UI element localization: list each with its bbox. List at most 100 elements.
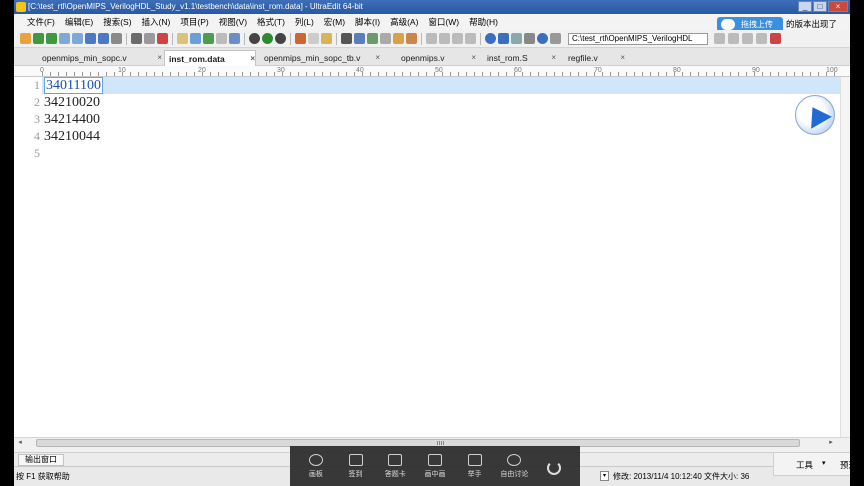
line-numbers-icon[interactable] (229, 33, 240, 44)
cloud-icon[interactable] (714, 33, 725, 44)
copy-icon[interactable] (308, 33, 319, 44)
menu-help[interactable]: 帮助(H) (464, 14, 503, 30)
print-preview-icon[interactable] (144, 33, 155, 44)
menu-edit[interactable]: 编辑(E) (60, 14, 98, 30)
show-spaces-icon[interactable] (216, 33, 227, 44)
tab-regfile[interactable]: regfile.v × (567, 50, 625, 66)
maximize-button[interactable]: □ (813, 1, 827, 12)
dropdown-icon[interactable] (550, 33, 561, 44)
discussion-icon (507, 453, 522, 466)
picture-in-picture-button[interactable]: 画中画 (416, 453, 454, 479)
close-file-icon[interactable] (111, 33, 122, 44)
tools-button[interactable]: 工具 (796, 459, 813, 471)
tab-close-icon[interactable]: × (250, 51, 255, 67)
forward-icon[interactable] (46, 33, 57, 44)
compare-icon[interactable] (511, 33, 522, 44)
settings-icon[interactable] (524, 33, 535, 44)
cloud-upload-icon (721, 19, 735, 30)
chevron-down-icon[interactable]: ▾ (822, 459, 826, 467)
menu-macro[interactable]: 宏(M) (319, 14, 350, 30)
editor-line[interactable]: 34011100 (44, 77, 103, 94)
raise-hand-label: 举手 (467, 470, 482, 478)
cut-icon[interactable] (295, 33, 306, 44)
tab-openmips-min-sopc[interactable]: openmips_min_sopc.v × (40, 50, 162, 66)
column-mode-icon[interactable] (190, 33, 201, 44)
status-dropdown[interactable]: ▾ (600, 471, 609, 481)
save-icon[interactable] (85, 33, 96, 44)
tab-close-icon[interactable]: × (551, 50, 556, 66)
editor-area[interactable]: 1 34011100 2 34210020 3 34214400 4 34210… (14, 77, 850, 437)
comment-icon[interactable] (452, 33, 463, 44)
stop-icon[interactable] (770, 33, 781, 44)
paste-icon[interactable] (321, 33, 332, 44)
stop-macro-icon[interactable] (275, 33, 286, 44)
menu-search[interactable]: 搜索(S) (98, 14, 136, 30)
scroll-right-icon[interactable]: ▸ (826, 438, 836, 448)
print-icon[interactable] (131, 33, 142, 44)
close-button[interactable]: × (828, 1, 848, 12)
tab-close-icon[interactable]: × (471, 50, 476, 66)
vertical-scrollbar[interactable] (840, 77, 850, 437)
browser-icon[interactable] (485, 33, 496, 44)
tab-close-icon[interactable]: × (157, 50, 162, 66)
scroll-left-icon[interactable]: ◂ (15, 438, 25, 448)
menu-advanced[interactable]: 高级(A) (385, 14, 423, 30)
tab-close-icon[interactable]: × (375, 50, 380, 66)
tab-inst-rom-data[interactable]: inst_rom.data × (164, 50, 256, 66)
spellcheck-icon[interactable] (157, 33, 168, 44)
sync-icon[interactable] (742, 33, 753, 44)
ftp-icon[interactable] (498, 33, 509, 44)
output-window-tab[interactable]: 输出窗口 (18, 454, 64, 466)
play-macro-icon[interactable] (262, 33, 273, 44)
tab-inst-rom-s[interactable]: inst_rom.S × (486, 50, 556, 66)
menu-window[interactable]: 窗口(W) (423, 14, 464, 30)
menu-insert[interactable]: 插入(N) (137, 14, 176, 30)
editor-line[interactable]: 34210020 (44, 94, 100, 111)
new-file-icon[interactable] (20, 33, 31, 44)
bird-mascot-icon[interactable] (795, 95, 835, 135)
uncomment-icon[interactable] (465, 33, 476, 44)
answer-card-button[interactable]: 答题卡 (376, 453, 414, 479)
menu-format[interactable]: 格式(T) (252, 14, 290, 30)
menu-column[interactable]: 列(L) (290, 14, 319, 30)
tab-openmips[interactable]: openmips.v × (400, 50, 476, 66)
replace-icon[interactable] (354, 33, 365, 44)
minimize-button[interactable]: _ (798, 1, 812, 12)
editor-line[interactable]: 34214400 (44, 111, 100, 128)
checkin-button[interactable]: 签到 (337, 453, 375, 479)
discussion-button[interactable]: 自由讨论 (495, 453, 533, 479)
edit-icon[interactable] (756, 33, 767, 44)
tab-close-icon[interactable]: × (620, 50, 625, 66)
indent-icon[interactable] (426, 33, 437, 44)
bookmark-icon[interactable] (393, 33, 404, 44)
open-folder-icon[interactable] (72, 33, 83, 44)
record-macro-icon[interactable] (249, 33, 260, 44)
toolbar-separator (421, 33, 422, 45)
power-button[interactable] (535, 457, 573, 475)
toggle-bookmark-icon[interactable] (406, 33, 417, 44)
unindent-icon[interactable] (439, 33, 450, 44)
menu-view[interactable]: 视图(V) (214, 14, 252, 30)
editor-line[interactable]: 34210044 (44, 128, 100, 145)
menu-project[interactable]: 项目(P) (175, 14, 213, 30)
wrap-icon[interactable] (177, 33, 188, 44)
share-icon[interactable] (728, 33, 739, 44)
preview-button[interactable]: 预选 (840, 459, 850, 471)
title-bar: [C:\test_rtl\OpenMIPS_VerilogHDL_Study_v… (14, 0, 850, 14)
find-in-files-icon[interactable] (367, 33, 378, 44)
menu-script[interactable]: 脚本(I) (350, 14, 385, 30)
line-number: 1 (34, 78, 40, 92)
toolbar-separator (290, 33, 291, 45)
tab-openmips-min-sopc-tb[interactable]: openmips_min_sopc_tb.v × (262, 50, 380, 66)
raise-hand-button[interactable]: 举手 (456, 453, 494, 479)
find-icon[interactable] (341, 33, 352, 44)
open-file-icon[interactable] (59, 33, 70, 44)
back-icon[interactable] (33, 33, 44, 44)
hex-mode-icon[interactable] (203, 33, 214, 44)
menu-file[interactable]: 文件(F) (22, 14, 60, 30)
path-field[interactable]: C:\test_rtl\OpenMIPS_VerilogHDL (568, 33, 708, 45)
save-all-icon[interactable] (98, 33, 109, 44)
help-icon[interactable] (537, 33, 548, 44)
goto-icon[interactable] (380, 33, 391, 44)
whiteboard-button[interactable]: 画板 (297, 453, 335, 479)
